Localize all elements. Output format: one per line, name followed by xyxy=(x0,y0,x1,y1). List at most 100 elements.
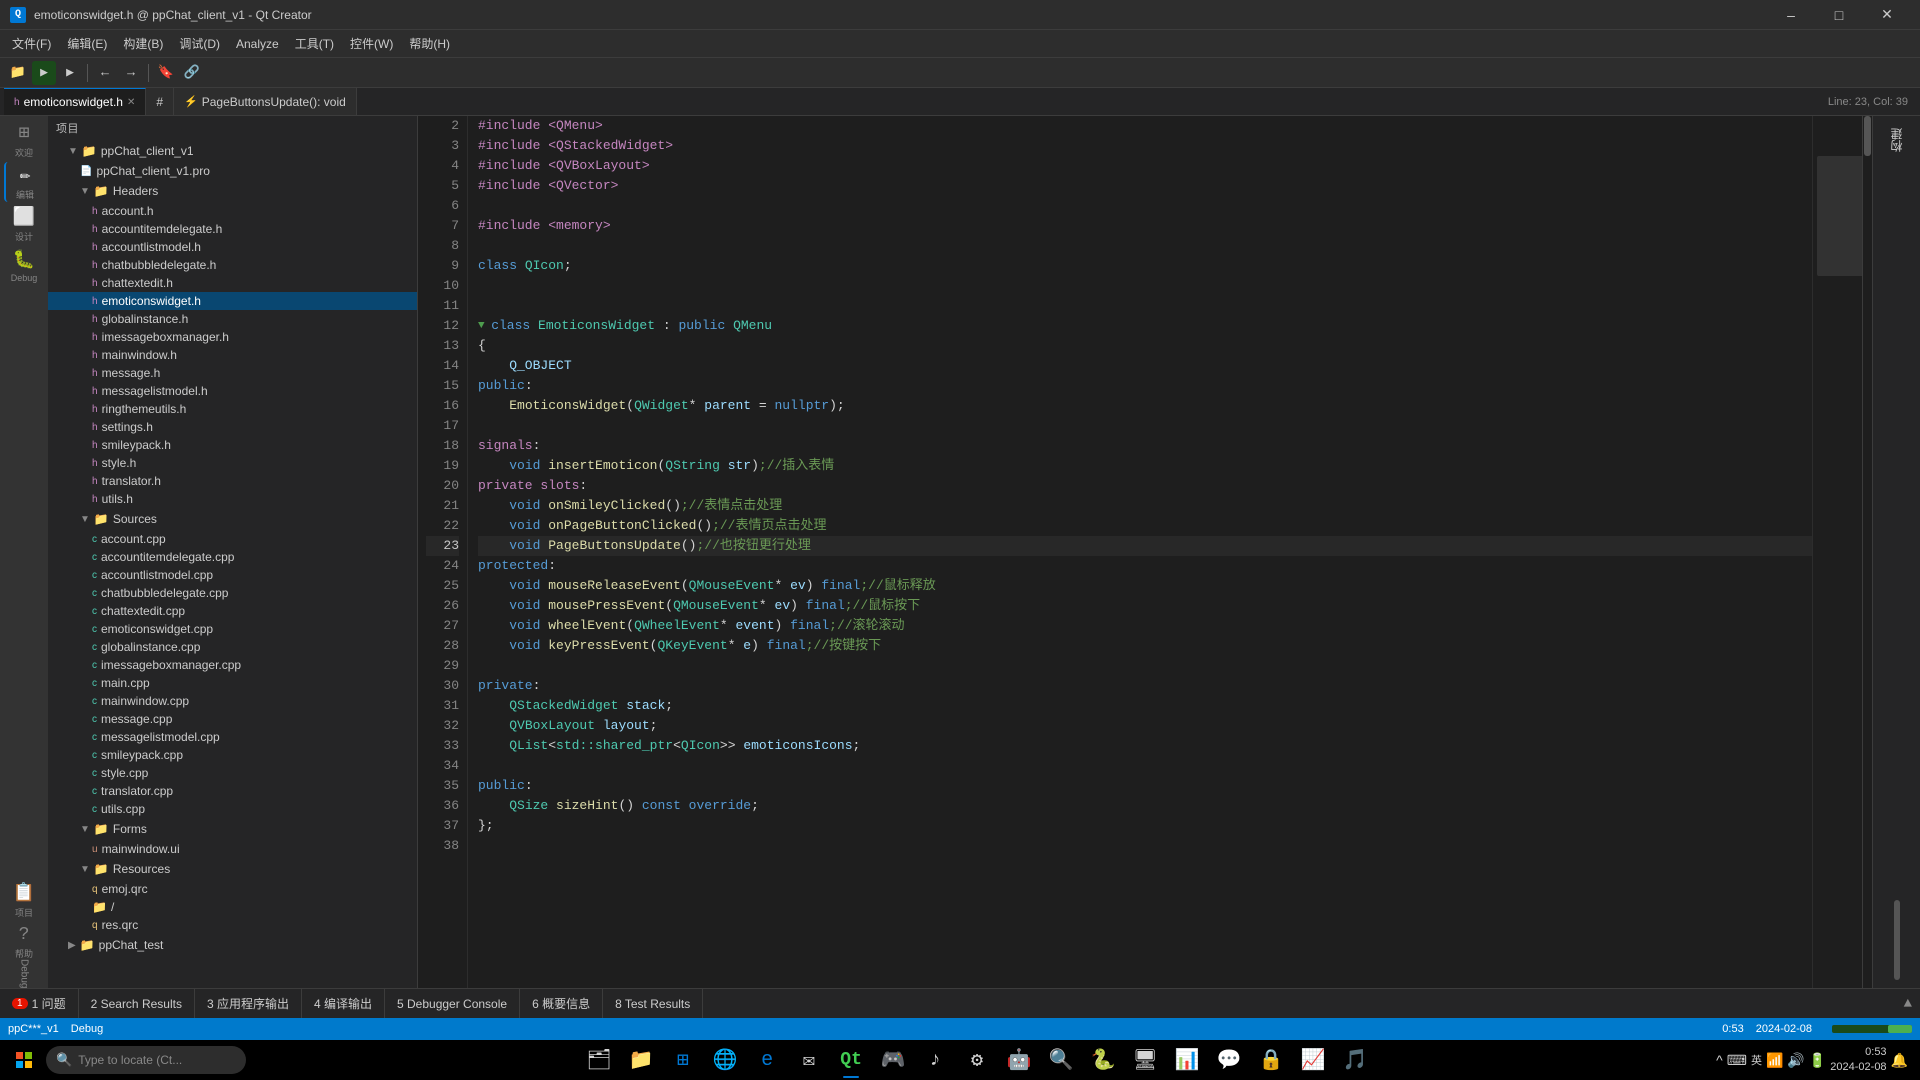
sidebar-item-smileypack-cpp[interactable]: c smileypack.cpp xyxy=(48,746,417,764)
taskbar-app-files[interactable]: 📁 xyxy=(621,1040,661,1080)
sidebar-item-chatbubbledelegate-cpp[interactable]: c chatbubbledelegate.cpp xyxy=(48,584,417,602)
taskbar-app-store[interactable]: ⊞ xyxy=(663,1040,703,1080)
sidebar-item-emoticonswidget-cpp[interactable]: c emoticonswidget.cpp xyxy=(48,620,417,638)
tray-notifications[interactable]: 🔔 xyxy=(1891,1052,1908,1069)
toolbar-run-btn[interactable]: ▶ xyxy=(58,61,82,85)
menu-analyze[interactable]: Analyze xyxy=(228,33,287,55)
sidebar-item-mainwindow-cpp[interactable]: c mainwindow.cpp xyxy=(48,692,417,710)
taskbar-app-android[interactable]: 🤖 xyxy=(999,1040,1039,1080)
build-panel-label[interactable]: 构建 xyxy=(1888,120,1905,160)
toolbar-project-btn[interactable]: 📁 xyxy=(6,61,30,85)
menu-edit[interactable]: 编辑(E) xyxy=(59,31,115,56)
sidebar-item-pro[interactable]: 📄 ppChat_client_v1.pro xyxy=(48,162,417,180)
sidebar-item-accountlistmodel-cpp[interactable]: c accountlistmodel.cpp xyxy=(48,566,417,584)
sidebar-item-ringthemeutils-h[interactable]: h ringthemeutils.h xyxy=(48,400,417,418)
icon-design[interactable]: ⬜ 设计 xyxy=(4,204,44,244)
sidebar-item-slash[interactable]: 📁 / xyxy=(48,898,417,916)
bottom-arrow-up[interactable]: ▲ xyxy=(1904,996,1912,1012)
sidebar-item-message-h[interactable]: h message.h xyxy=(48,364,417,382)
menu-build[interactable]: 构建(B) xyxy=(115,31,171,56)
sidebar-root-project[interactable]: ▼ 📁 ppChat_client_v1 xyxy=(48,140,417,162)
bottom-tab-search[interactable]: 2 Search Results xyxy=(79,989,195,1018)
icon-project[interactable]: 📋 项目 xyxy=(4,880,44,920)
sidebar-item-imessageboxmanager-cpp[interactable]: c imessageboxmanager.cpp xyxy=(48,656,417,674)
right-scrollbar-thumb[interactable] xyxy=(1894,900,1900,980)
sidebar-item-utils-cpp[interactable]: c utils.cpp xyxy=(48,800,417,818)
taskbar-app-lock[interactable]: 🔒 xyxy=(1251,1040,1291,1080)
bottom-tab-summary[interactable]: 6 概要信息 xyxy=(520,989,603,1018)
taskbar-app-chrome[interactable]: 🌐 xyxy=(705,1040,745,1080)
taskbar-app-edge[interactable]: e xyxy=(747,1040,787,1080)
sidebar-item-smileypack-h[interactable]: h smileypack.h xyxy=(48,436,417,454)
sidebar-item-mainwindow-h[interactable]: h mainwindow.h xyxy=(48,346,417,364)
taskbar-app-explorer[interactable]: 🗂 xyxy=(579,1040,619,1080)
start-button[interactable] xyxy=(4,1040,44,1080)
taskbar-app-mail[interactable]: ✉ xyxy=(789,1040,829,1080)
sidebar-item-style-cpp[interactable]: c style.cpp xyxy=(48,764,417,782)
bottom-tab-debugger[interactable]: 5 Debugger Console xyxy=(385,989,520,1018)
menu-file[interactable]: 文件(F) xyxy=(4,31,59,56)
sidebar-item-emoj-qrc[interactable]: q emoj.qrc xyxy=(48,880,417,898)
icon-edit[interactable]: ✏ 编辑 xyxy=(4,162,44,202)
sidebar-item-globalinstance-cpp[interactable]: c globalinstance.cpp xyxy=(48,638,417,656)
taskbar-app-music[interactable]: ♪ xyxy=(915,1040,955,1080)
bottom-tab-problems[interactable]: 1 1 问题 xyxy=(0,989,79,1018)
sidebar-item-style-h[interactable]: h style.h xyxy=(48,454,417,472)
tray-clock[interactable]: 0:53 2024-02-08 xyxy=(1830,1045,1886,1076)
toolbar-back-btn[interactable]: ← xyxy=(93,61,117,85)
taskbar-app-stocks[interactable]: 📈 xyxy=(1293,1040,1333,1080)
sidebar-headers-folder[interactable]: ▼ 📁 Headers xyxy=(48,180,417,202)
sidebar-item-utils-h[interactable]: h utils.h xyxy=(48,490,417,508)
menu-help[interactable]: 帮助(H) xyxy=(401,31,458,56)
tray-battery[interactable]: 🔋 xyxy=(1809,1052,1826,1069)
menu-debug[interactable]: 调试(D) xyxy=(171,31,228,56)
menu-controls[interactable]: 控件(W) xyxy=(342,31,401,56)
taskbar-app-music2[interactable]: 🎵 xyxy=(1335,1040,1375,1080)
taskbar-app-qtcreator[interactable]: Qt xyxy=(831,1040,871,1080)
tray-wifi[interactable]: 📶 xyxy=(1766,1052,1783,1069)
minimize-button[interactable]: – xyxy=(1768,0,1814,30)
toolbar-bookmark2-btn[interactable]: 🔗 xyxy=(180,61,204,85)
sidebar-item-accountitemdelegate-h[interactable]: h accountitemdelegate.h xyxy=(48,220,417,238)
tab-hash[interactable]: # xyxy=(146,88,174,115)
sidebar-item-globalinstance-h[interactable]: h globalinstance.h xyxy=(48,310,417,328)
sidebar-item-accountlistmodel-h[interactable]: h accountlistmodel.h xyxy=(48,238,417,256)
sidebar-item-imessageboxmanager-h[interactable]: h imessageboxmanager.h xyxy=(48,328,417,346)
toolbar-bookmark-btn[interactable]: 🔖 xyxy=(154,61,178,85)
sidebar-item-mainwindow-ui[interactable]: u mainwindow.ui xyxy=(48,840,417,858)
taskbar-search-box[interactable]: 🔍 Type to locate (Ct... xyxy=(46,1046,246,1074)
sidebar-item-main-cpp[interactable]: c main.cpp xyxy=(48,674,417,692)
sidebar-ppchat-test[interactable]: ▶ 📁 ppChat_test xyxy=(48,934,417,956)
sidebar-item-account-h[interactable]: h account.h xyxy=(48,202,417,220)
code-editor[interactable]: 2 3 4 5 6 7 8 9 10 11 12 13 14 15 16 17 xyxy=(418,116,1872,988)
sidebar-item-messagelistmodel-h[interactable]: h messagelistmodel.h xyxy=(48,382,417,400)
menu-tools[interactable]: 工具(T) xyxy=(287,31,342,56)
toolbar-forward-btn[interactable]: → xyxy=(119,61,143,85)
sidebar-item-messagelistmodel-cpp[interactable]: c messagelistmodel.cpp xyxy=(48,728,417,746)
bottom-tab-app-output[interactable]: 3 应用程序输出 xyxy=(195,989,302,1018)
tab-emoticonswidget-h[interactable]: h emoticonswidget.h ✕ xyxy=(4,88,146,115)
sidebar-item-emoticonswidget-h[interactable]: h emoticonswidget.h xyxy=(48,292,417,310)
sidebar-item-settings-h[interactable]: h settings.h xyxy=(48,418,417,436)
taskbar-app-search2[interactable]: 🔍 xyxy=(1041,1040,1081,1080)
taskbar-app-dev[interactable]: ⚙ xyxy=(957,1040,997,1080)
sidebar-forms-folder[interactable]: ▼ 📁 Forms xyxy=(48,818,417,840)
sidebar-resources-folder[interactable]: ▼ 📁 Resources xyxy=(48,858,417,880)
bottom-tab-test[interactable]: 8 Test Results xyxy=(603,989,703,1018)
sidebar-item-chattextedit-h[interactable]: h chattextedit.h xyxy=(48,274,417,292)
sidebar-sources-folder[interactable]: ▼ 📁 Sources xyxy=(48,508,417,530)
icon-welcome[interactable]: ⊞ 欢迎 xyxy=(4,120,44,160)
tray-sound[interactable]: 🔊 xyxy=(1787,1052,1804,1069)
maximize-button[interactable]: □ xyxy=(1816,0,1862,30)
tray-expand[interactable]: ^ xyxy=(1716,1052,1723,1068)
minimap-thumb[interactable] xyxy=(1817,156,1868,276)
sidebar-item-chatbubbledelegate-h[interactable]: h chatbubbledelegate.h xyxy=(48,256,417,274)
taskbar-app-terminal[interactable]: 🖥 xyxy=(1125,1040,1165,1080)
sidebar-item-message-cpp[interactable]: c message.cpp xyxy=(48,710,417,728)
sidebar-item-translator-cpp[interactable]: c translator.cpp xyxy=(48,782,417,800)
sidebar-item-chattextedit-cpp[interactable]: c chattextedit.cpp xyxy=(48,602,417,620)
close-button[interactable]: ✕ xyxy=(1864,0,1910,30)
sidebar-item-account-cpp[interactable]: c account.cpp xyxy=(48,530,417,548)
taskbar-app-chat[interactable]: 💬 xyxy=(1209,1040,1249,1080)
icon-debug[interactable]: 🐛 Debug xyxy=(4,246,44,286)
